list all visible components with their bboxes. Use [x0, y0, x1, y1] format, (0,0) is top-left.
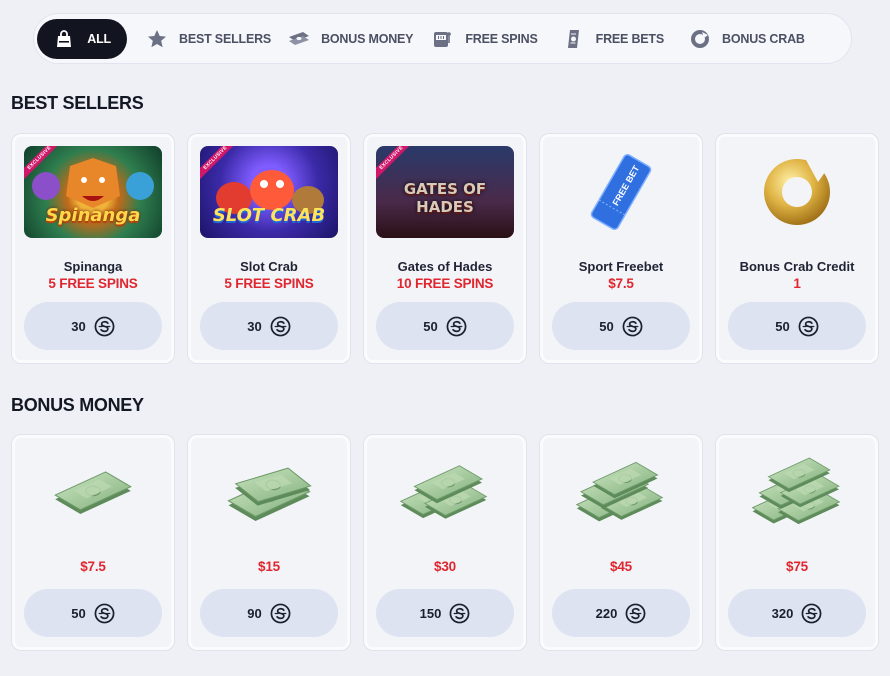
product-prize: 10 FREE SPINS — [396, 276, 494, 291]
ticket-icon — [562, 27, 586, 51]
buy-button[interactable]: 50 — [376, 302, 514, 350]
money-icon — [287, 27, 311, 51]
product-prize: 1 — [793, 276, 801, 291]
crab-coin-icon — [688, 27, 712, 51]
filter-bonus-crab[interactable]: BONUS CRAB — [688, 19, 805, 59]
price-value: 90 — [247, 605, 262, 621]
product-prize: $45 — [610, 559, 632, 574]
product-card-bonus-money[interactable]: $15 90 — [187, 434, 351, 651]
section-title-bonus-money: BONUS MONEY — [11, 395, 144, 415]
buy-button[interactable]: 50 — [728, 302, 866, 350]
product-name: Sport Freebet — [578, 259, 664, 274]
product-prize: $30 — [434, 559, 456, 574]
game-logo-text: Spinanga — [45, 205, 141, 226]
star-icon — [145, 27, 169, 51]
price-value: 50 — [423, 318, 438, 334]
coin-icon — [798, 316, 819, 337]
buy-button[interactable]: 320 — [728, 589, 866, 637]
filter-label: BONUS CRAB — [722, 31, 805, 46]
coin-icon — [622, 316, 643, 337]
coin-icon — [625, 603, 646, 624]
buy-button[interactable]: 50 — [24, 589, 162, 637]
filter-label: BEST SELLERS — [179, 31, 272, 46]
product-prize: $15 — [258, 559, 280, 574]
filter-bonus-money[interactable]: BONUS MONEY — [287, 19, 414, 59]
cash-stack-art — [364, 449, 526, 539]
filter-label: ALL — [87, 31, 111, 46]
product-card-slot-crab[interactable]: EXCLUSIVE SLOT CRAB Slot Crab 5 FREE SPI… — [187, 133, 351, 364]
buy-button[interactable]: 90 — [200, 589, 338, 637]
cash-stack-art — [188, 449, 350, 539]
product-card-bonus-money[interactable]: $7.5 50 — [11, 434, 175, 651]
product-name: Slot Crab — [240, 259, 298, 274]
product-card-bonus-money[interactable]: $75 320 — [715, 434, 879, 651]
bag-icon — [53, 27, 75, 51]
cash-stack-art — [12, 449, 174, 539]
product-card-bonus-money[interactable]: $30 150 — [363, 434, 527, 651]
product-card-bonus-crab-credit[interactable]: Bonus Crab Credit 1 50 — [715, 133, 879, 364]
freebet-ticket-art: FREE BET — [552, 146, 690, 238]
game-thumbnail-gates-of-hades: EXCLUSIVE GATES OF HADES — [376, 146, 514, 238]
filter-free-spins[interactable]: FREE SPINS — [431, 19, 538, 59]
coin-icon — [801, 603, 822, 624]
price-value: 50 — [599, 318, 614, 334]
product-name: Bonus Crab Credit — [739, 259, 855, 274]
coin-icon — [270, 603, 291, 624]
game-thumbnail-slot-crab: EXCLUSIVE SLOT CRAB — [200, 146, 338, 238]
product-prize: 5 FREE SPINS — [48, 276, 138, 291]
cash-stack-art — [716, 449, 878, 539]
coin-icon — [446, 316, 467, 337]
filter-free-bets[interactable]: FREE BETS — [562, 19, 664, 59]
product-card-sport-freebet[interactable]: FREE BET Sport Freebet $7.5 50 — [539, 133, 703, 364]
coin-icon — [449, 603, 470, 624]
coin-icon — [94, 603, 115, 624]
game-thumbnail-spinanga: EXCLUSIVE Spinanga — [24, 146, 162, 238]
product-prize: $7.5 — [608, 276, 634, 291]
price-value: 30 — [247, 318, 262, 334]
buy-button[interactable]: 50 — [552, 302, 690, 350]
price-value: 320 — [771, 605, 794, 621]
buy-button[interactable]: 30 — [200, 302, 338, 350]
filter-all[interactable]: ALL — [37, 18, 127, 59]
coin-icon — [270, 316, 291, 337]
price-value: 220 — [595, 605, 618, 621]
filter-label: FREE BETS — [595, 31, 665, 46]
price-value: 50 — [775, 318, 790, 334]
product-prize: $7.5 — [80, 559, 106, 574]
buy-button[interactable]: 30 — [24, 302, 162, 350]
buy-button[interactable]: 220 — [552, 589, 690, 637]
crab-coin-art — [728, 146, 866, 238]
product-card-spinanga[interactable]: EXCLUSIVE Spinanga Spinanga 5 FREE SPINS… — [11, 133, 175, 364]
game-logo-text: GATES OF HADES — [403, 180, 487, 216]
section-title-best-sellers: BEST SELLERS — [11, 93, 144, 113]
product-card-gates-of-hades[interactable]: EXCLUSIVE GATES OF HADES Gates of Hades … — [363, 133, 527, 364]
product-prize: $75 — [786, 559, 808, 574]
filter-label: FREE SPINS — [465, 31, 538, 46]
price-value: 50 — [71, 605, 86, 621]
product-card-bonus-money[interactable]: $45 220 — [539, 434, 703, 651]
product-prize: 5 FREE SPINS — [224, 276, 314, 291]
price-value: 150 — [419, 605, 442, 621]
cash-stack-art — [540, 449, 702, 539]
filter-best-sellers[interactable]: BEST SELLERS — [145, 19, 271, 59]
exclusive-badge: EXCLUSIVE — [376, 146, 416, 182]
product-name: Spinanga — [63, 259, 123, 274]
buy-button[interactable]: 150 — [376, 589, 514, 637]
slot-machine-icon — [431, 27, 455, 51]
category-filter-bar: ALL BEST SELLERS BONUS MONEY FREE SPINS … — [33, 13, 852, 64]
coin-icon — [94, 316, 115, 337]
game-logo-text: SLOT CRAB — [212, 205, 326, 226]
price-value: 30 — [71, 318, 86, 334]
filter-label: BONUS MONEY — [321, 31, 414, 46]
product-name: Gates of Hades — [397, 259, 493, 274]
